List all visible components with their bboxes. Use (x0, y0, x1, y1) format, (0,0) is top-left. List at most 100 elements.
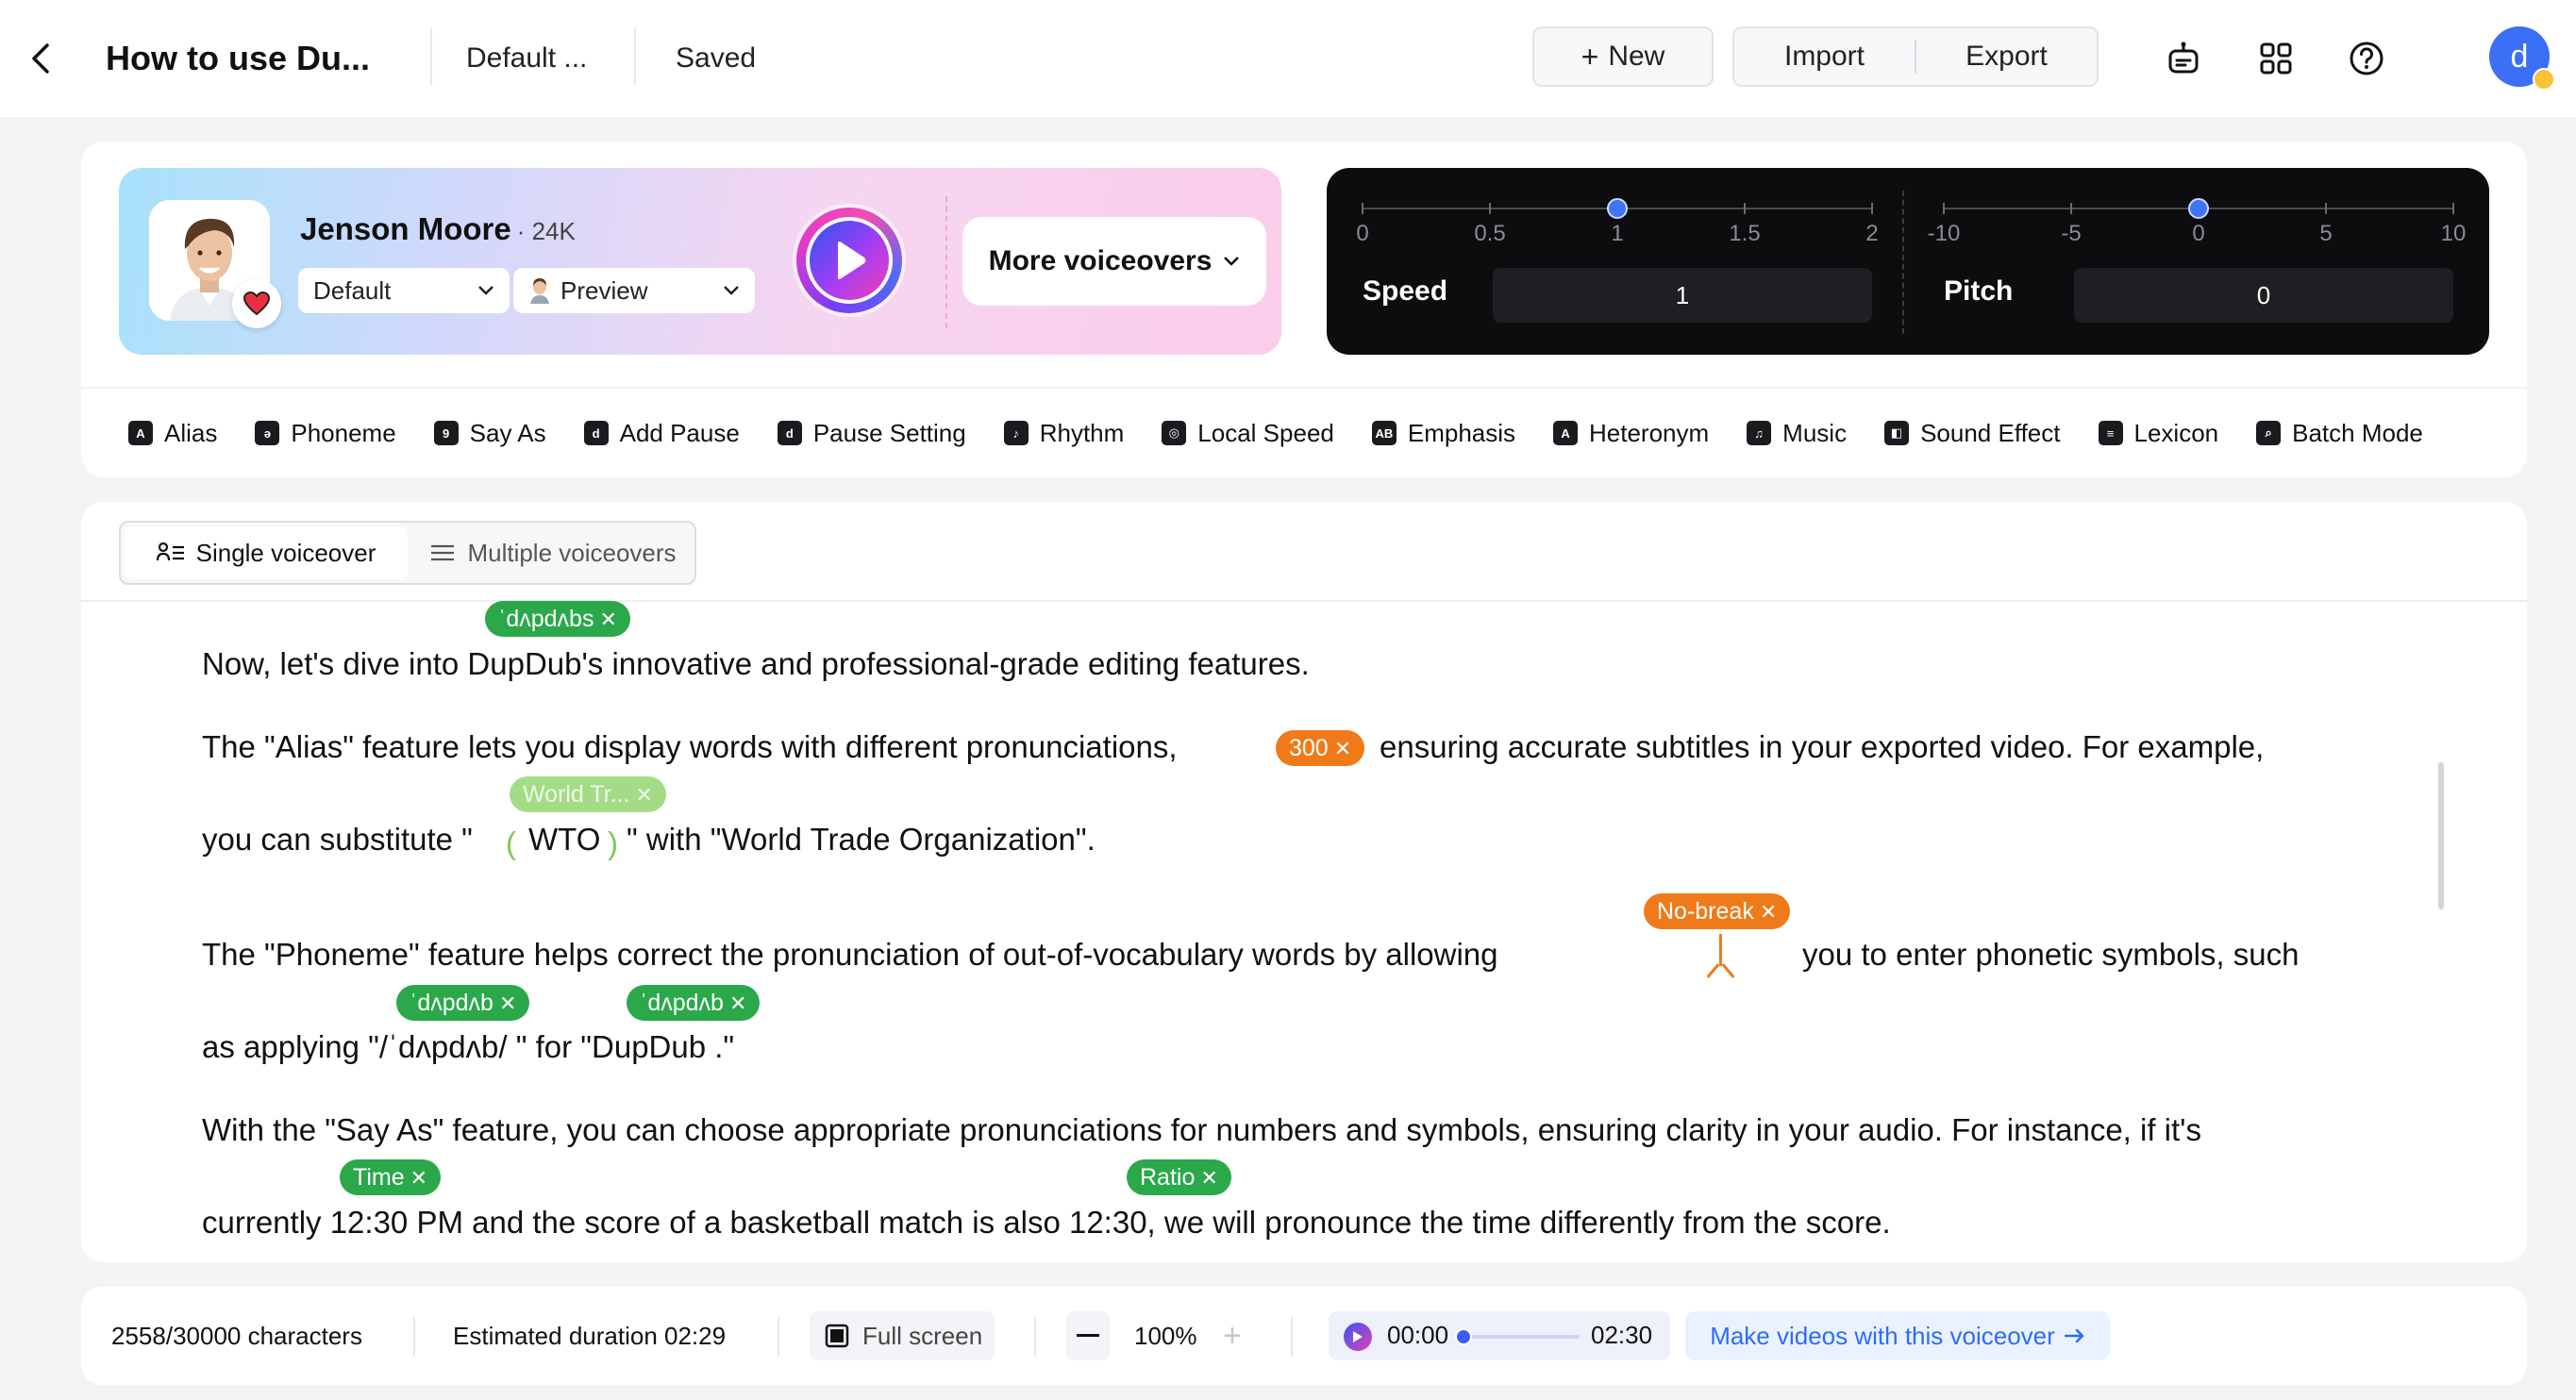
tag-text: Ratio (1140, 1164, 1196, 1191)
tool-lexicon[interactable]: ≡ Lexicon (2098, 418, 2219, 448)
speed-value-input[interactable]: 1 (1493, 268, 1872, 323)
tool-batch-mode[interactable]: ⌕ Batch Mode (2256, 419, 2423, 448)
text-line[interactable]: The "Alias" feature lets you display wor… (202, 728, 1178, 766)
zoom-out-button[interactable] (1066, 1311, 1110, 1360)
tool-heteronym[interactable]: A Heteronym (1553, 419, 1709, 448)
tag-text: ˈdʌpdʌbs (498, 606, 594, 632)
tool-label: Music (1782, 418, 1848, 447)
help-icon[interactable] (2342, 34, 2391, 83)
fullscreen-button[interactable]: Full screen (810, 1311, 995, 1360)
make-video-button[interactable]: Make videos with this voiceover (1685, 1311, 2110, 1360)
text-line[interactable]: " with "World Trade Organization". (627, 821, 1096, 858)
slider-knob[interactable] (2188, 198, 2209, 219)
audio-progress-bar[interactable] (1461, 1335, 1580, 1339)
slider-tick-label: 5 (2319, 221, 2333, 246)
voice-style-select[interactable]: Default (298, 268, 510, 313)
speed-pitch-panel: 0 0.5 1 1.5 2 Speed 1 -10 -5 0 5 10 Pitch 0 (1327, 168, 2489, 355)
text-line[interactable]: Now, let's dive into DupDub's innovative… (202, 645, 1310, 683)
tool-rhythm[interactable]: ♪ Rhythm (1003, 418, 1125, 448)
text-line[interactable]: you to enter phonetic symbols, such (1802, 936, 2299, 974)
slider-tick (2452, 203, 2454, 214)
divider (634, 28, 636, 85)
preview-select[interactable]: Preview (513, 268, 755, 313)
alias-word[interactable]: WTO (528, 821, 600, 858)
say-as-tag[interactable]: Ratio ✕ (1127, 1159, 1231, 1195)
text-line[interactable]: currently 12:30 PM and the score of a ba… (202, 1204, 1891, 1242)
tool-phoneme[interactable]: ə Phoneme (255, 419, 396, 448)
close-icon[interactable]: ✕ (410, 1166, 427, 1190)
single-voiceover-tab[interactable]: Single voiceover (125, 526, 408, 579)
tool-label: Emphasis (1407, 418, 1516, 447)
tool-emphasis[interactable]: AB Emphasis (1371, 418, 1516, 448)
close-icon[interactable]: ✕ (729, 992, 746, 1015)
close-icon[interactable]: ✕ (1334, 737, 1351, 760)
favorite-heart-icon[interactable] (232, 279, 281, 328)
tool-local-speed[interactable]: ◎ Local Speed (1162, 419, 1334, 448)
slider-tick-label: -10 (1927, 221, 1961, 246)
tool-pause-setting[interactable]: d Pause Setting (777, 419, 966, 448)
say-as-tag[interactable]: Time ✕ (340, 1159, 442, 1195)
text-line[interactable]: as applying "/ˈdʌpdʌb/ " for "DupDub ." (202, 1028, 734, 1066)
alias-bracket-left: ( (506, 825, 516, 860)
import-button[interactable]: Import (1734, 41, 1915, 73)
alias-tag[interactable]: World Tr... ✕ (510, 776, 666, 812)
text-line[interactable]: you can substitute " (202, 821, 473, 858)
rhythm-icon: ♪ (1003, 421, 1029, 445)
character-count: 2558/30000 characters (111, 1321, 362, 1350)
slider-tick-label: 0 (1356, 221, 1369, 246)
close-icon[interactable]: ✕ (499, 992, 516, 1015)
alias-bracket-right: ) (608, 825, 618, 860)
text-line[interactable]: ensuring accurate subtitles in your expo… (1380, 728, 2264, 766)
zoom-in-icon[interactable]: + (1223, 1287, 1242, 1385)
tool-label: Lexicon (2133, 418, 2219, 447)
phoneme-tag[interactable]: ˈdʌpdʌb ✕ (396, 985, 530, 1021)
speed-slider[interactable] (1362, 198, 1873, 219)
play-voice-button[interactable] (796, 208, 902, 313)
document-title[interactable]: How to use Du... (106, 34, 370, 83)
new-button-label: New (1608, 41, 1665, 72)
user-avatar[interactable]: d (2489, 26, 2555, 91)
chevron-down-icon (478, 286, 493, 295)
phoneme-tag[interactable]: ˈdʌpdʌbs ✕ (485, 601, 630, 637)
multiple-voiceovers-tab[interactable]: Multiple voiceovers (411, 523, 694, 583)
single-voiceover-label: Single voiceover (195, 538, 376, 567)
audio-progress-knob[interactable] (1455, 1328, 1472, 1345)
text-line[interactable]: With the "Say As" feature, you can choos… (202, 1111, 2201, 1149)
phoneme-tag[interactable]: ˈdʌpdʌb ✕ (627, 985, 761, 1021)
apps-grid-icon[interactable] (2251, 34, 2300, 83)
tool-label: Say As (469, 418, 546, 447)
batch-mode-icon: ⌕ (2256, 421, 2282, 445)
slider-knob[interactable] (1607, 198, 1628, 219)
text-line[interactable]: The "Phoneme" feature helps correct the … (202, 936, 1498, 974)
tool-label: Rhythm (1039, 418, 1125, 447)
more-voiceovers-button[interactable]: More voiceovers (962, 217, 1266, 306)
pitch-slider[interactable] (1943, 198, 2454, 219)
tool-say-as[interactable]: 9 Say As (433, 418, 546, 448)
editor-scrollbar[interactable] (2438, 762, 2444, 909)
tool-sound-effect[interactable]: ◧ Sound Effect (1884, 419, 2061, 448)
preset-selector[interactable]: Default ... (466, 34, 587, 83)
close-icon[interactable]: ✕ (1760, 900, 1777, 924)
new-button[interactable]: + New (1532, 26, 1714, 87)
close-icon[interactable]: ✕ (1200, 1166, 1217, 1190)
fullscreen-label: Full screen (862, 1321, 983, 1350)
voiceover-mode-switch: Single voiceover Multiple voiceovers (119, 521, 696, 585)
tool-alias[interactable]: A Alias (128, 419, 217, 448)
close-icon[interactable]: ✕ (635, 783, 652, 807)
voice-name-text: Jenson Moore (300, 211, 511, 246)
tool-music[interactable]: ♫ Music (1747, 419, 1847, 448)
export-button[interactable]: Export (1916, 41, 2097, 73)
pitch-value-input[interactable]: 0 (2074, 268, 2453, 323)
lexicon-icon: ≡ (2098, 421, 2123, 445)
audio-current-time: 00:00 (1387, 1321, 1449, 1349)
divider (413, 1317, 415, 1357)
robot-icon[interactable] (2159, 34, 2208, 83)
arrow-right-icon (2064, 1328, 2084, 1343)
no-break-tag[interactable]: No-break ✕ (1644, 893, 1791, 929)
audio-play-icon[interactable] (1344, 1323, 1372, 1351)
tool-add-pause[interactable]: d Add Pause (583, 419, 740, 448)
speed-label: Speed (1363, 275, 1448, 307)
back-arrow-icon[interactable] (23, 34, 60, 83)
close-icon[interactable]: ✕ (599, 608, 616, 631)
pause-tag[interactable]: 300 ✕ (1276, 730, 1365, 766)
